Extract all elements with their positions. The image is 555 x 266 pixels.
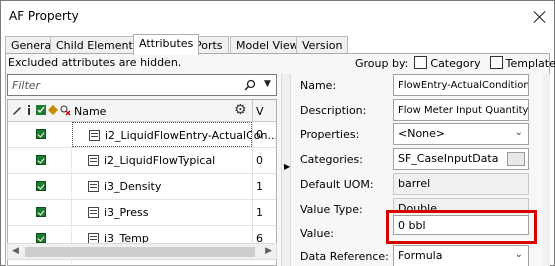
filter-dropdown-icon[interactable]: ▼	[264, 79, 271, 89]
properties-label: Properties:	[300, 128, 360, 141]
attribute-row[interactable]: i3_Press 1	[8, 200, 276, 226]
cell-divider	[252, 122, 253, 147]
column-divider	[252, 100, 253, 122]
data-reference-label: Data Reference:	[300, 250, 389, 263]
properties-value: <None>	[398, 127, 446, 140]
attribute-row[interactable]: i2_LiquidFlowEntry-ActualCon... 0	[8, 122, 276, 148]
close-icon[interactable]	[530, 7, 550, 27]
description-field[interactable]: Flow Meter Input Quantity	[393, 99, 529, 121]
categories-field[interactable]: SF_CaseInputData	[393, 148, 529, 170]
cell-divider	[252, 200, 253, 225]
info-icon[interactable]	[23, 104, 35, 116]
grid-header: Name ⚙ V	[8, 100, 276, 122]
filter-placeholder: Filter	[12, 79, 41, 92]
tab-attributes[interactable]: Attributes	[133, 34, 200, 55]
attribute-icon	[88, 181, 99, 192]
name-label: Name:	[300, 79, 337, 92]
attribute-name: i2_LiquidFlowTypical	[104, 154, 216, 167]
attribute-name-cell[interactable]: i3_Density	[72, 174, 252, 199]
properties-scrollbar[interactable]	[543, 74, 550, 266]
included-check-icon[interactable]	[36, 129, 46, 139]
diamond-icon[interactable]	[47, 104, 59, 116]
tab-model-view[interactable]: Model View	[230, 36, 305, 54]
included-check-icon[interactable]	[36, 181, 46, 191]
value-column-header[interactable]: V	[256, 105, 264, 118]
included-check-icon[interactable]	[36, 155, 46, 165]
name-column-header[interactable]: Name	[74, 105, 106, 118]
tab-strip: General Child Elements Attributes Ports …	[5, 34, 550, 55]
attribute-name: i3_Press	[104, 206, 149, 219]
cell-divider	[252, 174, 253, 199]
template-checkbox[interactable]	[489, 56, 503, 69]
included-check-icon[interactable]	[36, 207, 46, 217]
attribute-row[interactable]: i3_Density 1	[8, 174, 276, 200]
edit-icon[interactable]	[11, 104, 23, 116]
attribute-row[interactable]: i2_LiquidFlowTypical 0	[8, 148, 276, 174]
default-uom-value: barrel	[398, 177, 431, 190]
description-value: Flow Meter Input Quantity	[398, 105, 529, 116]
value-type-label: Value Type:	[300, 203, 363, 216]
attribute-value: 1	[256, 206, 263, 219]
default-uom-field[interactable]: barrel	[393, 173, 529, 195]
attributes-grid: Name ⚙ V i2_LiquidFlowEntry-ActualCon...…	[7, 99, 277, 266]
scroll-left-icon[interactable]: ◀	[12, 246, 19, 256]
search-icon[interactable]	[244, 79, 256, 91]
browse-categories-icon[interactable]	[507, 152, 525, 166]
value-highlight-box	[386, 210, 537, 244]
filter-input[interactable]: Filter ▼	[7, 74, 277, 96]
properties-dropdown[interactable]: <None> ⌄	[393, 123, 529, 145]
excluded-notice: Excluded attributes are hidden.	[8, 56, 182, 69]
name-value: FlowEntry-ActualConditions	[398, 80, 529, 91]
attribute-name-cell[interactable]: i2_LiquidFlowEntry-ActualCon...	[72, 122, 276, 147]
categories-label: Categories:	[300, 153, 363, 166]
scroll-right-icon[interactable]: ▶	[265, 246, 272, 256]
category-label: Category	[430, 57, 481, 70]
name-field[interactable]: FlowEntry-ActualConditions	[393, 74, 529, 96]
cell-divider	[252, 148, 253, 173]
chevron-down-icon[interactable]: ⌄	[515, 127, 523, 138]
attribute-icon	[88, 207, 99, 218]
chevron-down-icon[interactable]: ⌄	[515, 249, 523, 260]
exclude-icon[interactable]	[59, 104, 71, 116]
check-icon[interactable]	[35, 104, 47, 116]
categories-value: SF_CaseInputData	[398, 152, 499, 165]
title-bar: AF Property	[1, 1, 554, 32]
category-checkbox[interactable]	[414, 56, 428, 69]
group-by-label: Group by:	[355, 57, 409, 70]
window-title: AF Property	[9, 9, 79, 23]
attribute-icon	[88, 155, 99, 166]
default-uom-label: Default UOM:	[300, 178, 374, 191]
attribute-value: 0	[256, 128, 263, 141]
panel-splitter[interactable]: ▶	[281, 74, 291, 266]
attribute-icon	[89, 130, 100, 141]
attribute-name-cell[interactable]: i3_Press	[72, 200, 252, 225]
tab-child-elements[interactable]: Child Elements	[50, 36, 145, 54]
attribute-value: 0	[256, 154, 263, 167]
tab-version[interactable]: Version	[296, 36, 349, 54]
group-by-bar: Group by: Category Template	[355, 56, 555, 70]
attribute-name-cell[interactable]: i2_LiquidFlowTypical	[72, 148, 252, 173]
data-reference-value: Formula	[398, 249, 443, 262]
data-reference-dropdown[interactable]: Formula ⌄	[393, 245, 529, 266]
gear-icon[interactable]: ⚙	[234, 102, 247, 118]
attribute-name: i3_Density	[104, 180, 162, 193]
collapse-arrow-icon[interactable]: ▶	[284, 162, 290, 171]
horizontal-scrollbar[interactable]: ◀ ▶	[7, 243, 277, 260]
template-label: Template	[505, 57, 555, 70]
description-label: Description:	[300, 104, 367, 117]
scrollbar-thumb[interactable]	[25, 247, 255, 257]
included-check-icon[interactable]	[36, 233, 46, 243]
value-label: Value:	[300, 227, 334, 240]
attribute-value: 1	[256, 180, 263, 193]
